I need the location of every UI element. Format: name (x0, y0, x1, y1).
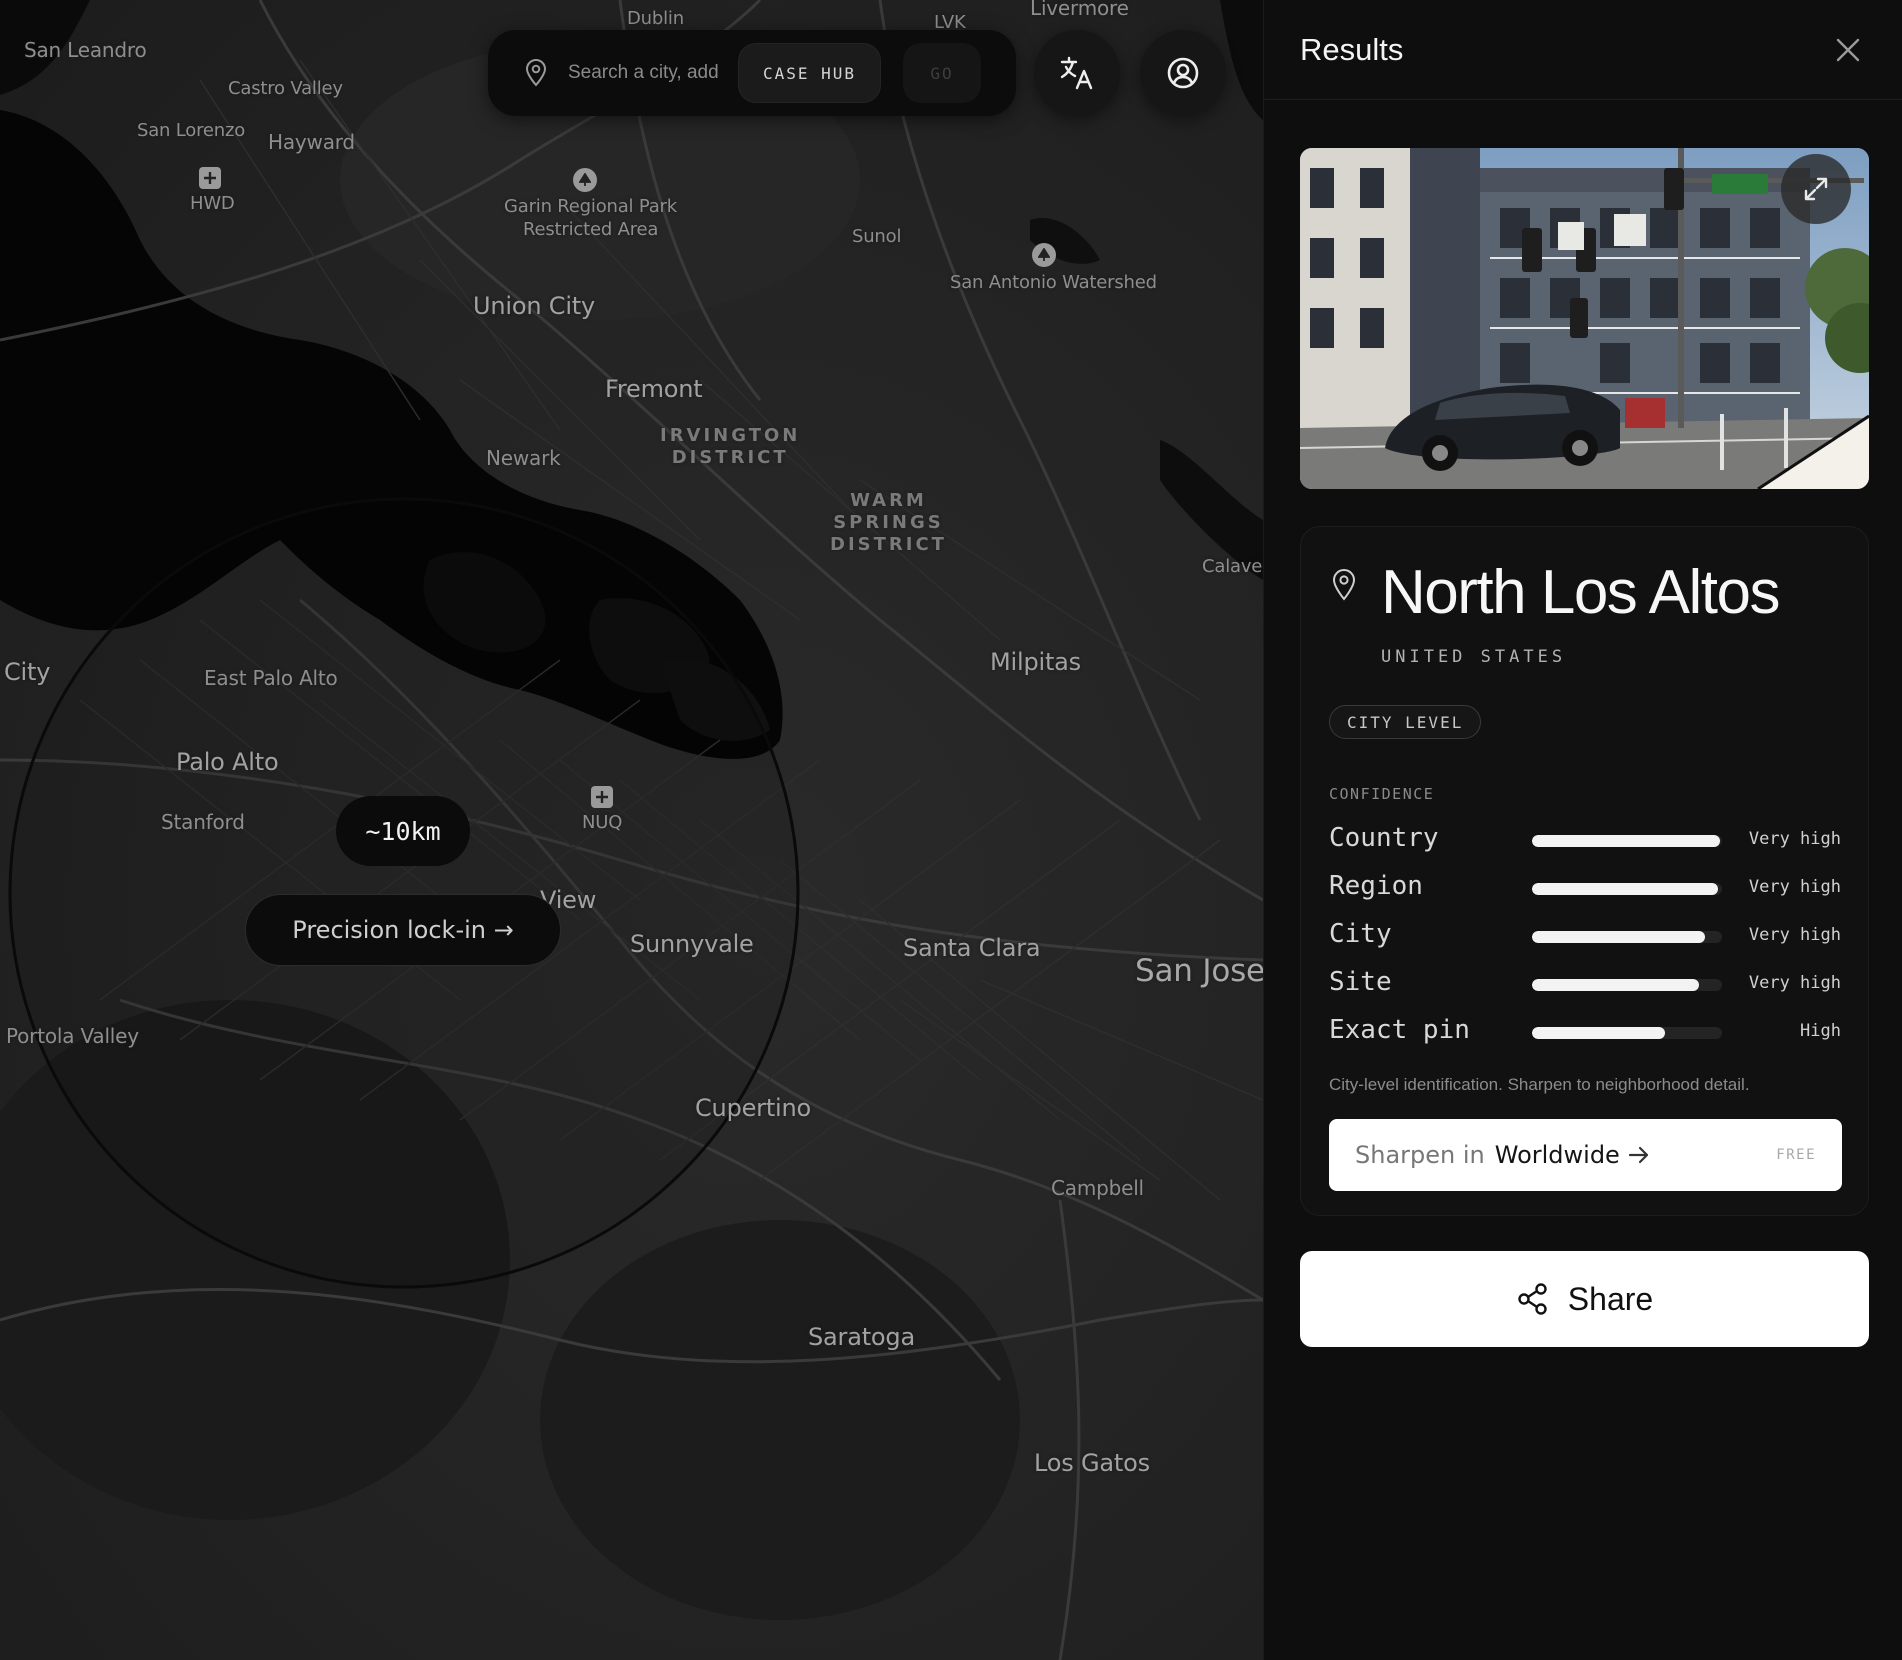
map-label: Cupertino (695, 1094, 812, 1122)
confidence-row: Exact pin High (1329, 1013, 1841, 1049)
district-label: WARM SPRINGS DISTRICT (830, 490, 947, 555)
confidence-row: Region Very high (1329, 869, 1841, 905)
confidence-value: Very high (1748, 973, 1841, 993)
search-bar: CASE HUB GO (488, 30, 1016, 116)
confidence-label: City (1329, 919, 1392, 949)
confidence-label: Site (1329, 967, 1392, 997)
confidence-row: Country Very high (1329, 821, 1841, 857)
map-label: Santa Clara (903, 934, 1041, 962)
district-label: IRVINGTON DISTRICT (660, 425, 801, 468)
confidence-bar (1532, 835, 1722, 847)
map-label: San Antonio Watershed (950, 272, 1157, 293)
confidence-title: CONFIDENCE (1329, 785, 1435, 803)
close-button[interactable] (1830, 32, 1866, 68)
results-title: Results (1300, 31, 1404, 67)
results-header: Results (1264, 0, 1902, 100)
expand-icon (1804, 177, 1828, 201)
location-country: UNITED STATES (1381, 647, 1567, 667)
close-icon (1836, 38, 1860, 61)
confidence-row: Site Very high (1329, 965, 1841, 1001)
location-pin-icon (1332, 569, 1356, 601)
confidence-bar (1532, 1027, 1722, 1039)
map-label: San Jose (1135, 953, 1263, 989)
map-label: Portola Valley (6, 1024, 139, 1048)
confidence-bar (1532, 979, 1722, 991)
map-pin-icon (525, 59, 547, 87)
confidence-label: Exact pin (1329, 1015, 1470, 1045)
confidence-label: Region (1329, 871, 1423, 901)
translate-icon (1060, 56, 1093, 90)
arrow-right-icon (1628, 1146, 1648, 1164)
airport-icon (591, 786, 613, 808)
map-label: East Palo Alto (204, 666, 338, 690)
sharpen-prefix: Sharpen in (1355, 1141, 1485, 1169)
precision-lockin-label: Precision lock-in → (292, 916, 514, 944)
translate-button[interactable] (1034, 30, 1120, 116)
user-circle-icon (1167, 57, 1199, 89)
map-label: Fremont (605, 375, 703, 403)
map-label: Restricted Area (523, 219, 659, 240)
identification-note: City-level identification. Sharpen to ne… (1329, 1075, 1750, 1094)
map-label: Sunnyvale (630, 930, 754, 958)
map-label: Hayward (268, 130, 355, 154)
expand-photo-button[interactable] (1781, 154, 1851, 224)
map-label: Castro Valley (228, 78, 343, 99)
results-panel: Results North Los Altos UNITED STATES CI… (1263, 0, 1902, 1660)
map-label: Union City (473, 292, 596, 320)
location-name: North Los Altos (1381, 558, 1780, 627)
map-label: San Leandro (24, 38, 147, 62)
confidence-value: Very high (1748, 925, 1841, 945)
park-icon (1032, 243, 1056, 267)
confidence-bar (1532, 931, 1722, 943)
map-label: Stanford (161, 810, 245, 834)
airport-icon (199, 167, 221, 189)
park-icon (573, 168, 597, 192)
map-label: Calaver (1202, 556, 1263, 577)
map-label: Palo Alto (176, 748, 279, 776)
radius-badge: ~10km (336, 796, 470, 866)
precision-lockin-button[interactable]: Precision lock-in → (245, 894, 561, 966)
map-label: City (4, 658, 51, 686)
map-label: San Lorenzo (137, 120, 246, 141)
go-button[interactable]: GO (903, 43, 982, 103)
map-label: Livermore (1030, 0, 1129, 20)
share-label: Share (1567, 1280, 1654, 1317)
sharpen-button[interactable]: Sharpen in Worldwide FREE (1329, 1119, 1842, 1191)
search-input[interactable] (568, 62, 718, 84)
map-label: Dublin (627, 8, 684, 29)
confidence-row: City Very high (1329, 917, 1841, 953)
confidence-value: Very high (1748, 877, 1841, 897)
map-label: Campbell (1051, 1176, 1144, 1200)
map-label: Milpitas (990, 648, 1081, 676)
confidence-bar (1532, 883, 1722, 895)
map-label: Newark (486, 446, 561, 470)
map-label: HWD (190, 193, 235, 214)
sharpen-target: Worldwide (1494, 1141, 1620, 1169)
share-button[interactable]: Share (1300, 1251, 1869, 1347)
map-label: NUQ (582, 812, 623, 833)
free-tag: FREE (1776, 1147, 1816, 1163)
confidence-label: Country (1329, 823, 1439, 853)
confidence-value: Very high (1748, 829, 1841, 849)
level-badge: CITY LEVEL (1329, 705, 1482, 739)
map-label: Sunol (852, 226, 902, 247)
account-button[interactable] (1140, 30, 1226, 116)
case-hub-button[interactable]: CASE HUB (738, 43, 882, 103)
map-label: Los Gatos (1034, 1449, 1150, 1477)
map-label: Garin Regional Park (504, 196, 677, 217)
street-photo (1300, 148, 1869, 489)
map-label: Saratoga (808, 1323, 915, 1351)
result-card: North Los Altos UNITED STATES CITY LEVEL… (1300, 526, 1869, 1216)
confidence-value: High (1800, 1021, 1841, 1041)
map-view[interactable]: Dublin LVK Livermore San Leandro Castro … (0, 0, 1263, 1660)
share-icon (1518, 1283, 1547, 1315)
